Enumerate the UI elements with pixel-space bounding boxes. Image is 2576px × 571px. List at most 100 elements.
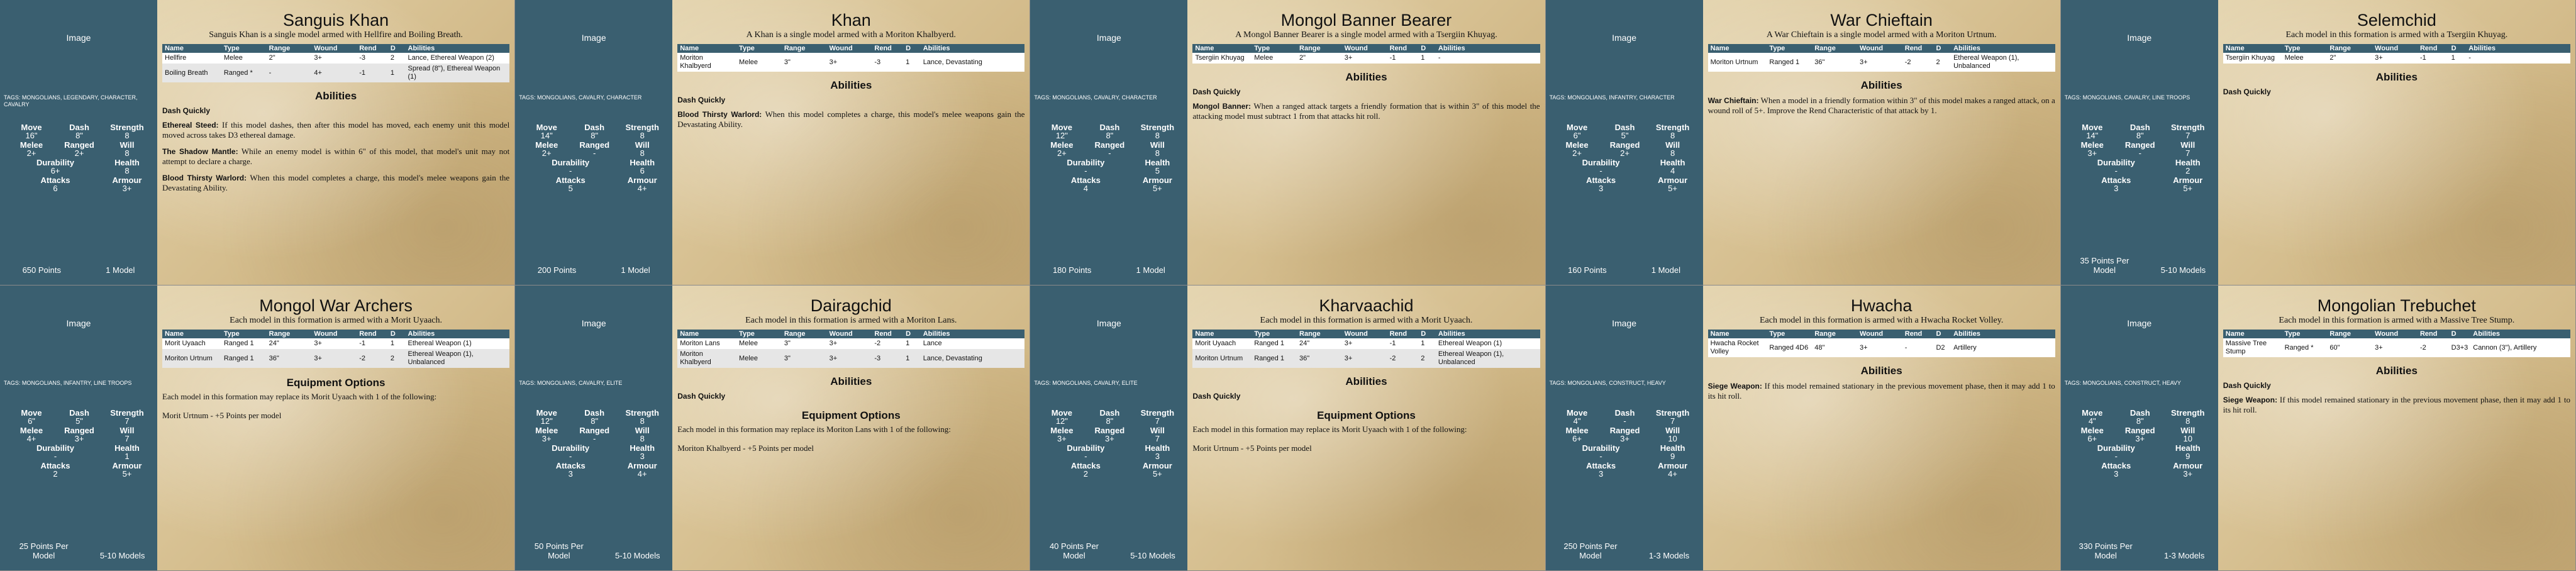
weapon-cell: 3" bbox=[781, 338, 827, 349]
card-main: Mongol War Archers Each model in this fo… bbox=[157, 286, 514, 570]
weapon-cell: Melee bbox=[2282, 53, 2328, 64]
stat-attacks: Attacks 4 bbox=[1038, 176, 1133, 192]
stat-value: 5+ bbox=[1152, 469, 1162, 479]
stat-value: 8 bbox=[125, 148, 130, 158]
weapon-cell: Cannon (3"), Artillery bbox=[2470, 338, 2570, 357]
abilities-section: Abilities Dash Quickly Siege Weapon: If th… bbox=[2223, 365, 2570, 415]
image-placeholder: Image bbox=[1612, 33, 1637, 43]
col-rend: Rend bbox=[357, 44, 388, 53]
stat-value: - bbox=[1084, 452, 1087, 461]
keyword-ability: Dash Quickly bbox=[1192, 392, 1241, 401]
weapons-table: Name Type Range Wound Rend D Abilities T… bbox=[1192, 44, 1540, 64]
stat-ranged: Ranged 3+ bbox=[55, 426, 103, 443]
stat-value: 12" bbox=[1055, 416, 1068, 426]
weapon-cell: 3+ bbox=[311, 53, 357, 64]
stat-value: 3+ bbox=[74, 434, 84, 443]
weapons-table: Name Type Range Wound Rend D Abilities M… bbox=[162, 330, 510, 368]
col-damage: D bbox=[1418, 44, 1436, 53]
stat-melee: Melee 2+ bbox=[523, 141, 570, 157]
weapon-row: Moriton Urtnum Ranged 1 36" 3+ -2 2 Ethereal W… bbox=[1707, 53, 2055, 72]
card-sidebar: Image Tags: MONGOLIANS, CAVALRY, ELITE M… bbox=[515, 286, 673, 570]
card-footer: 180 Points 1 Model bbox=[1030, 265, 1187, 275]
armed-with-text: Each model in this formation is armed wi… bbox=[1759, 316, 2004, 325]
weapon-row: Boiling Breath Ranged * -4+ -1 1 Spread (8"),… bbox=[162, 64, 510, 82]
stat-value: 8 bbox=[125, 131, 130, 140]
col-wound: Wound bbox=[311, 44, 357, 53]
weapon-cell: 24" bbox=[1297, 338, 1342, 349]
ability-text: War Chieftain: When a model in a friendl… bbox=[1708, 96, 2055, 116]
stat-value: 2+ bbox=[1572, 148, 1582, 158]
stat-ranged: Ranged - bbox=[2116, 141, 2164, 157]
stat-will: Will 7 bbox=[1133, 426, 1181, 443]
stat-strength: Strength 7 bbox=[1649, 409, 1697, 425]
weapon-cell: Morit Uyaach bbox=[162, 338, 221, 349]
weapon-cell: Hellfire bbox=[162, 53, 221, 64]
col-rend: Rend bbox=[2417, 330, 2449, 338]
col-abilities: Abilities bbox=[405, 44, 510, 53]
weapons-table: Name Type Range Wound Rend D Abilities M… bbox=[1707, 44, 2055, 72]
stat-value: 8 bbox=[640, 434, 645, 443]
stat-value: 8" bbox=[591, 131, 599, 140]
col-range: Range bbox=[2327, 330, 2373, 338]
card-sidebar: Image Tags: MONGOLIANS, INFANTRY, CHARAC… bbox=[1545, 0, 1703, 285]
stat-value: 7 bbox=[2185, 148, 2190, 158]
stat-value: 7 bbox=[1670, 416, 1675, 426]
stat-value: 5 bbox=[1155, 166, 1160, 175]
stat-ranged: Ranged - bbox=[1085, 141, 1133, 157]
unit-card: Image Tags: MONGOLIANS, CAVALRY, ELITE M… bbox=[515, 286, 1031, 571]
points-cost: 40 Points Per Model bbox=[1049, 541, 1099, 560]
stat-melee: Melee 3+ bbox=[523, 426, 570, 443]
weapon-row: Tsergiin Khuyag Melee 2" 3+ -1 1- bbox=[1192, 53, 1540, 64]
weapon-cell: Ranged 1 bbox=[221, 338, 267, 349]
unit-title: Mongolian Trebuchet bbox=[2317, 296, 2476, 315]
stat-attacks: Attacks 3 bbox=[1553, 176, 1649, 192]
stat-will: Will 8 bbox=[618, 141, 666, 157]
weapon-cell: Moriton Urtnum bbox=[1707, 53, 1767, 72]
points-cost: 160 Points bbox=[1568, 265, 1607, 275]
col-name: Name bbox=[677, 330, 737, 338]
weapon-cell: 3+ bbox=[311, 349, 357, 368]
weapon-row: Morit Uyaach Ranged 1 24" 3+ -1 1 Ethereal Wea… bbox=[162, 338, 510, 349]
stat-durability: Durability 6+ bbox=[8, 158, 103, 175]
stat-value: 7 bbox=[125, 434, 130, 443]
weapons-body: Morit Uyaach Ranged 1 24" 3+ -1 1 Ethereal Wea… bbox=[1192, 338, 1540, 368]
col-abilities: Abilities bbox=[920, 330, 1025, 338]
weapon-row: Massive Tree Stump Ranged * 60" 3+ -2 D3+3 Can… bbox=[2223, 338, 2570, 357]
image-placeholder: Image bbox=[581, 318, 606, 328]
weapon-cell: Tsergiin Khuyag bbox=[1192, 53, 1252, 64]
card-main: Khan A Khan is a single model armed with… bbox=[672, 0, 1030, 285]
stat-value: 3+ bbox=[2087, 148, 2097, 158]
weapon-row: Hellfire Melee 2" 3+ -3 2 Lance, Ethereal Weap… bbox=[162, 53, 510, 64]
stat-value: - bbox=[569, 166, 572, 175]
points-cost: 50 Points Per Model bbox=[534, 541, 584, 560]
stat-block: Move 14" Dash 8" Strength 7 Melee 3+ Ranged -… bbox=[2068, 123, 2212, 192]
weapon-cell: 3+ bbox=[2372, 53, 2418, 64]
stat-block: Move 6" Dash 5" Strength 8 Melee 2+ Ranged 2+… bbox=[1553, 123, 1697, 192]
weapon-cell: Lance, Devastating bbox=[920, 53, 1025, 72]
unit-title: Dairagchid bbox=[810, 296, 892, 315]
col-abilities: Abilities bbox=[1435, 330, 1540, 338]
abilities-section: Abilities War Chieftain: When a model in … bbox=[1708, 79, 2055, 116]
weapon-cell: 3+ bbox=[1341, 338, 1387, 349]
stat-melee: Melee 2+ bbox=[1553, 141, 1601, 157]
stat-block: Move 4" Dash - Strength 7 Melee 6+ Ranged 3+ … bbox=[1553, 409, 1697, 478]
model-count: 5-10 Models bbox=[615, 551, 660, 560]
keyword-ability: Dash Quickly bbox=[162, 106, 211, 115]
model-count: 1 Model bbox=[106, 265, 135, 275]
stat-value: 8 bbox=[125, 166, 130, 175]
stat-armour: Armour 4+ bbox=[618, 462, 666, 478]
equipment-heading: Equipment Options bbox=[286, 377, 386, 389]
equipment-description: Each model in this formation may replace… bbox=[1192, 424, 1467, 434]
col-type: Type bbox=[2282, 44, 2328, 53]
stat-melee: Melee 4+ bbox=[8, 426, 55, 443]
weapons-header-row: Name Type Range Wound Rend D Abilities bbox=[1707, 44, 2055, 53]
stat-value: - bbox=[593, 148, 596, 158]
weapon-cell: 3+ bbox=[826, 338, 872, 349]
stat-value: 6" bbox=[28, 416, 35, 426]
col-abilities: Abilities bbox=[1435, 44, 1540, 53]
col-damage: D bbox=[903, 330, 921, 338]
card-footer: 160 Points 1 Model bbox=[1546, 265, 1703, 275]
model-count: 5-10 Models bbox=[1130, 551, 1175, 560]
stat-value: 5" bbox=[1621, 131, 1629, 140]
weapon-cell: Massive Tree Stump bbox=[2223, 338, 2282, 357]
